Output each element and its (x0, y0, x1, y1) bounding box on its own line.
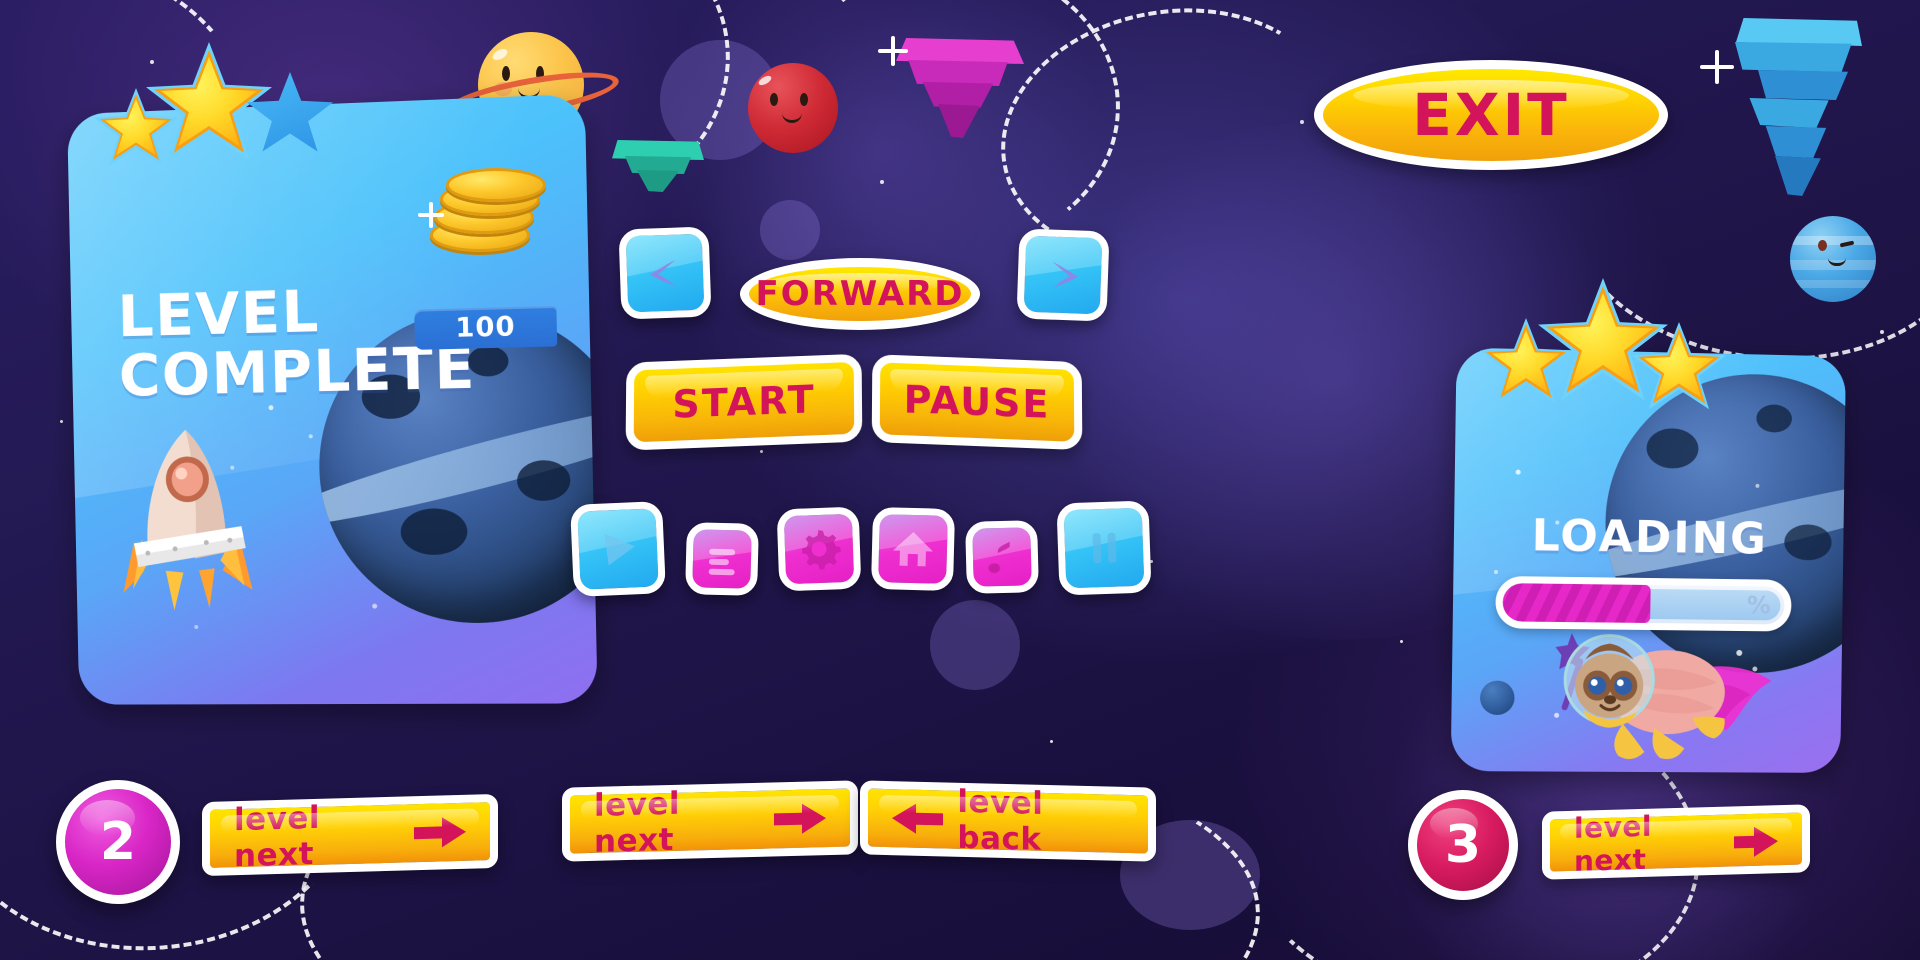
star-speck (1880, 330, 1884, 334)
home-icon (892, 532, 933, 567)
pause-button-large[interactable]: PAUSE (871, 354, 1083, 451)
pause-button-label: PAUSE (903, 377, 1051, 427)
level-next-label: level next (234, 799, 321, 875)
sparkle-icon (878, 36, 908, 66)
progress-percent-label: % (1746, 591, 1771, 620)
prev-arrow-button[interactable] (618, 226, 712, 320)
exit-button[interactable]: EXIT (1314, 60, 1668, 170)
pause-button[interactable] (1056, 500, 1152, 596)
loading-progress-bar: % (1495, 575, 1792, 632)
forward-button-label: FORWARD (755, 274, 965, 314)
settings-button[interactable] (776, 506, 862, 592)
level-badge-3-value: 3 (1444, 815, 1482, 875)
star-speck (880, 180, 884, 184)
red-planet-character (748, 63, 838, 153)
home-button[interactable] (870, 506, 956, 592)
loading-panel: LOADING % (1450, 347, 1846, 773)
menu-button[interactable] (685, 522, 759, 596)
loading-title: LOADING (1531, 510, 1769, 565)
level-next-button-right[interactable]: level next (1542, 804, 1810, 880)
level-next-button-left[interactable]: level next (202, 793, 498, 877)
music-note-icon (988, 541, 1010, 574)
star-rating-complete (92, 42, 342, 172)
coin-counter: 100 (414, 305, 558, 350)
coin-stack-icon (430, 168, 570, 258)
magenta-asteroid (896, 38, 1024, 148)
chevron-left-icon (650, 259, 676, 286)
arrow-right-icon (414, 817, 466, 848)
arrow-right-icon (1734, 826, 1778, 853)
start-button[interactable]: START (625, 353, 863, 451)
level-badge-2-value: 2 (99, 812, 137, 872)
level-badge-2[interactable]: 2 (56, 780, 180, 904)
gear-icon (802, 530, 841, 570)
rocket-icon (122, 429, 253, 611)
chevron-right-icon (1052, 261, 1078, 288)
level-badge-3[interactable]: 3 (1408, 790, 1518, 900)
list-icon (708, 548, 736, 576)
teal-asteroid (612, 140, 704, 202)
pause-icon (1092, 532, 1117, 564)
sparkle-icon (1700, 50, 1734, 84)
next-arrow-button[interactable] (1016, 228, 1110, 322)
level-next-label: level next (1574, 809, 1652, 878)
arrow-left-icon (892, 803, 943, 834)
sound-button[interactable] (965, 520, 1039, 594)
star-empty-icon (247, 72, 333, 152)
nebula-dot (760, 200, 820, 260)
level-back-label: level back (957, 783, 1044, 858)
level-next-button-center[interactable]: level next (562, 780, 858, 862)
arrow-right-icon (774, 803, 826, 834)
star-speck (1050, 740, 1053, 743)
star-rating-loading (1480, 278, 1790, 410)
progress-fill (1502, 583, 1651, 624)
star-speck (1400, 640, 1403, 643)
level-next-label: level next (594, 785, 681, 860)
exit-button-label: EXIT (1412, 81, 1570, 149)
small-planet-icon (1479, 680, 1515, 716)
star-speck (1300, 120, 1304, 124)
nebula-dot (930, 600, 1020, 690)
play-icon (604, 533, 635, 566)
level-back-button[interactable]: level back (860, 780, 1156, 862)
star-speck (760, 450, 763, 453)
blue-ice-crystal (1728, 18, 1868, 208)
game-ui-stage: LEVEL COMPLETE 100 FORWARD START PAUSE E… (0, 0, 1920, 960)
start-button-label: START (672, 377, 816, 427)
blue-planet-character (1790, 216, 1876, 302)
star-speck (60, 420, 63, 423)
play-button[interactable] (570, 501, 666, 597)
forward-button[interactable]: FORWARD (740, 258, 980, 330)
